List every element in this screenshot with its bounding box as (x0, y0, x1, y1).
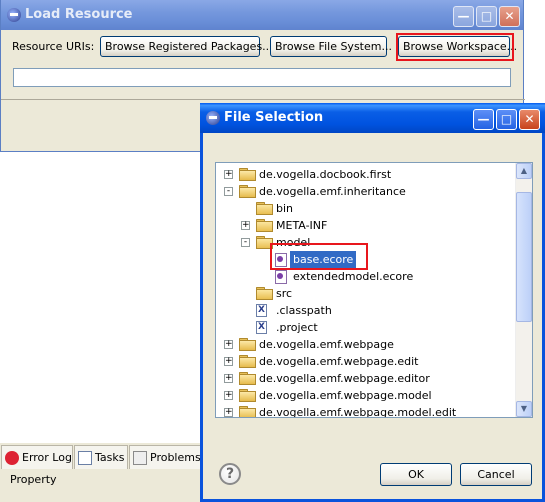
bottom-view-panel: Error Log Tasks Problems Property (0, 443, 205, 502)
tree-item-label: .project (276, 321, 318, 334)
tree-scrollbar[interactable]: ▲ ▼ (515, 163, 532, 417)
error-log-icon (5, 451, 19, 465)
tree-item[interactable]: + de.vogella.emf.webpage.edit (216, 353, 516, 370)
browse-registered-packages-button[interactable]: Browse Registered Packages... (100, 36, 273, 57)
minimize-button[interactable]: — (473, 109, 494, 130)
tree-item-label: de.vogella.emf.webpage (259, 338, 394, 351)
expand-icon[interactable]: + (224, 357, 233, 366)
tree-item-label: de.vogella.docbook.first (259, 168, 392, 181)
tree-item-label: bin (276, 202, 294, 215)
load-resource-titlebar[interactable]: Load Resource — □ ✕ (1, 0, 523, 30)
problems-icon (133, 451, 147, 465)
tree-item[interactable]: X .project (216, 319, 516, 336)
tab-label: Problems (150, 451, 201, 464)
file-selection-titlebar[interactable]: File Selection — □ ✕ (200, 103, 545, 133)
collapse-icon[interactable]: - (241, 238, 250, 247)
expand-icon[interactable]: + (224, 340, 233, 349)
eclipse-icon (206, 111, 220, 125)
eclipse-icon (7, 8, 21, 22)
maximize-button[interactable]: □ (496, 109, 517, 130)
tree-item[interactable]: extendedmodel.ecore (216, 268, 516, 285)
base-ecore-highlight (270, 243, 368, 270)
tree-item[interactable]: X .classpath (216, 302, 516, 319)
tab-problems[interactable]: Problems (129, 445, 203, 469)
maximize-button[interactable]: □ (476, 6, 497, 27)
project-folder-icon (239, 168, 256, 181)
project-folder-icon (239, 389, 256, 402)
tab-tasks[interactable]: Tasks (74, 445, 128, 469)
project-folder-icon (239, 355, 256, 368)
tab-error-log[interactable]: Error Log (1, 445, 73, 469)
collapse-icon[interactable]: - (224, 187, 233, 196)
tab-label: Error Log (22, 451, 72, 464)
file-selection-title: File Selection (224, 110, 324, 125)
folder-icon (256, 202, 273, 215)
tree-item[interactable]: + de.vogella.emf.webpage.model.edit (216, 404, 516, 418)
property-column-header: Property (10, 473, 57, 486)
tree-item[interactable]: src (216, 285, 516, 302)
tree-item-label: src (276, 287, 293, 300)
workspace-tree[interactable]: ▲ ▼ + de.vogella.docbook.first - de.vogella… (215, 162, 533, 418)
tree-item-label: de.vogella.emf.webpage.edit (259, 355, 419, 368)
tree-item-label: de.vogella.emf.webpage.editor (259, 372, 430, 385)
load-resource-title: Load Resource (25, 7, 133, 22)
project-folder-icon (239, 406, 256, 417)
tree-item-label: .classpath (276, 304, 332, 317)
close-button[interactable]: ✕ (519, 109, 540, 130)
tree-item-label: extendedmodel.ecore (293, 270, 414, 283)
separator (1, 99, 525, 100)
file-selection-dialog: File Selection — □ ✕ ▲ ▼ + de.vogella.doc… (200, 103, 545, 502)
expand-icon[interactable]: + (224, 391, 233, 400)
tree-item-label: META-INF (276, 219, 328, 232)
expand-icon[interactable]: + (224, 408, 233, 417)
tab-label: Tasks (95, 451, 125, 464)
tree-item[interactable]: + de.vogella.emf.webpage.model (216, 387, 516, 404)
folder-icon (256, 219, 273, 232)
tasks-icon (78, 451, 92, 465)
ecore-file-icon (273, 269, 287, 284)
tree-item-label: de.vogella.emf.inheritance (259, 185, 406, 198)
tree-item[interactable]: + de.vogella.emf.webpage (216, 336, 516, 353)
tree-item[interactable]: - de.vogella.emf.inheritance (216, 183, 516, 200)
expand-icon[interactable]: + (241, 221, 250, 230)
close-button[interactable]: ✕ (499, 6, 520, 27)
minimize-button[interactable]: — (453, 6, 474, 27)
project-folder-icon (239, 372, 256, 385)
cancel-button[interactable]: Cancel (460, 463, 532, 486)
help-icon[interactable]: ? (219, 463, 241, 485)
tree-item-label: de.vogella.emf.webpage.model.edit (259, 406, 457, 418)
tree-item[interactable]: + META-INF (216, 217, 516, 234)
xml-file-icon: X (256, 304, 267, 317)
folder-icon (256, 287, 273, 300)
tree-item[interactable]: + de.vogella.emf.webpage.editor (216, 370, 516, 387)
project-folder-icon (239, 338, 256, 351)
resource-uris-input[interactable] (13, 68, 511, 87)
tree-item[interactable]: bin (216, 200, 516, 217)
project-folder-icon (239, 185, 256, 198)
tree-item-label: de.vogella.emf.webpage.model (259, 389, 432, 402)
resource-uris-label: Resource URIs: (12, 40, 95, 53)
browse-file-system-button[interactable]: Browse File System... (270, 36, 392, 57)
xml-file-icon: X (256, 321, 267, 334)
expand-icon[interactable]: + (224, 170, 233, 179)
scroll-thumb[interactable] (516, 192, 532, 322)
browse-workspace-highlight (396, 33, 514, 61)
scroll-down-arrow-icon[interactable]: ▼ (516, 401, 532, 417)
expand-icon[interactable]: + (224, 374, 233, 383)
ok-button[interactable]: OK (380, 463, 452, 486)
scroll-up-arrow-icon[interactable]: ▲ (516, 163, 532, 179)
tree-item[interactable]: + de.vogella.docbook.first (216, 166, 516, 183)
